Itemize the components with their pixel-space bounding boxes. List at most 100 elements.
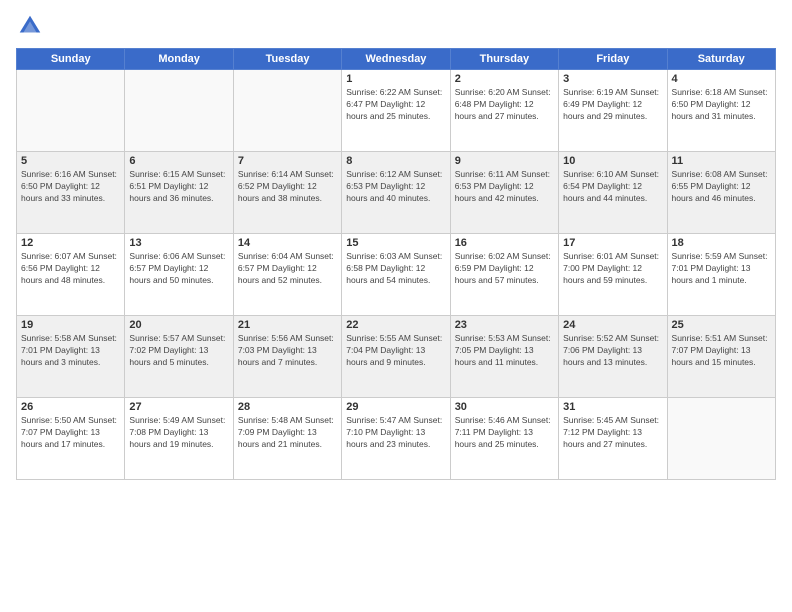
day-number: 11 (672, 155, 771, 167)
day-info: Sunrise: 6:16 AM Sunset: 6:50 PM Dayligh… (21, 169, 120, 205)
day-info: Sunrise: 6:02 AM Sunset: 6:59 PM Dayligh… (455, 251, 554, 287)
day-header-tuesday: Tuesday (233, 49, 341, 70)
day-number: 23 (455, 319, 554, 331)
day-info: Sunrise: 6:19 AM Sunset: 6:49 PM Dayligh… (563, 87, 662, 123)
day-number: 22 (346, 319, 445, 331)
day-cell: 3 Sunrise: 6:19 AM Sunset: 6:49 PM Daylig… (559, 70, 667, 152)
day-number: 7 (238, 155, 337, 167)
day-info: Sunrise: 5:50 AM Sunset: 7:07 PM Dayligh… (21, 415, 120, 451)
day-info: Sunrise: 6:08 AM Sunset: 6:55 PM Dayligh… (672, 169, 771, 205)
day-info: Sunrise: 5:49 AM Sunset: 7:08 PM Dayligh… (129, 415, 228, 451)
day-number: 3 (563, 73, 662, 85)
day-info: Sunrise: 6:14 AM Sunset: 6:52 PM Dayligh… (238, 169, 337, 205)
day-number: 6 (129, 155, 228, 167)
day-cell: 11 Sunrise: 6:08 AM Sunset: 6:55 PM Dayli… (667, 152, 775, 234)
day-number: 31 (563, 401, 662, 413)
day-number: 20 (129, 319, 228, 331)
day-info: Sunrise: 5:48 AM Sunset: 7:09 PM Dayligh… (238, 415, 337, 451)
page: SundayMondayTuesdayWednesdayThursdayFrid… (0, 0, 792, 612)
week-row-4: 26 Sunrise: 5:50 AM Sunset: 7:07 PM Dayli… (17, 398, 776, 480)
day-info: Sunrise: 6:22 AM Sunset: 6:47 PM Dayligh… (346, 87, 445, 123)
calendar: SundayMondayTuesdayWednesdayThursdayFrid… (16, 48, 776, 480)
day-header-saturday: Saturday (667, 49, 775, 70)
day-number: 30 (455, 401, 554, 413)
week-row-0: 1Sunrise: 6:22 AM Sunset: 6:47 PM Daylig… (17, 70, 776, 152)
day-header-monday: Monday (125, 49, 233, 70)
day-number: 8 (346, 155, 445, 167)
day-info: Sunrise: 5:52 AM Sunset: 7:06 PM Dayligh… (563, 333, 662, 369)
day-cell: 22 Sunrise: 5:55 AM Sunset: 7:04 PM Dayli… (342, 316, 450, 398)
day-number: 13 (129, 237, 228, 249)
day-info: Sunrise: 6:06 AM Sunset: 6:57 PM Dayligh… (129, 251, 228, 287)
day-info: Sunrise: 5:51 AM Sunset: 7:07 PM Dayligh… (672, 333, 771, 369)
day-header-sunday: Sunday (17, 49, 125, 70)
day-number: 24 (563, 319, 662, 331)
day-number: 2 (455, 73, 554, 85)
day-cell: 7 Sunrise: 6:14 AM Sunset: 6:52 PM Daylig… (233, 152, 341, 234)
day-cell: 9Sunrise: 6:11 AM Sunset: 6:53 PM Daylig… (450, 152, 558, 234)
day-cell: 30 Sunrise: 5:46 AM Sunset: 7:11 PM Dayli… (450, 398, 558, 480)
day-cell: 10 Sunrise: 6:10 AM Sunset: 6:54 PM Dayli… (559, 152, 667, 234)
day-cell: 5Sunrise: 6:16 AM Sunset: 6:50 PM Daylig… (17, 152, 125, 234)
day-number: 4 (672, 73, 771, 85)
logo (16, 12, 48, 40)
day-cell: 2 Sunrise: 6:20 AM Sunset: 6:48 PM Daylig… (450, 70, 558, 152)
day-cell (233, 70, 341, 152)
day-cell: 24 Sunrise: 5:52 AM Sunset: 7:06 PM Dayli… (559, 316, 667, 398)
day-info: Sunrise: 5:59 AM Sunset: 7:01 PM Dayligh… (672, 251, 771, 287)
day-number: 10 (563, 155, 662, 167)
day-number: 29 (346, 401, 445, 413)
day-info: Sunrise: 5:53 AM Sunset: 7:05 PM Dayligh… (455, 333, 554, 369)
day-info: Sunrise: 5:46 AM Sunset: 7:11 PM Dayligh… (455, 415, 554, 451)
day-cell: 14Sunrise: 6:04 AM Sunset: 6:57 PM Dayli… (233, 234, 341, 316)
day-cell (125, 70, 233, 152)
header (16, 12, 776, 40)
day-info: Sunrise: 5:58 AM Sunset: 7:01 PM Dayligh… (21, 333, 120, 369)
week-row-2: 12 Sunrise: 6:07 AM Sunset: 6:56 PM Dayli… (17, 234, 776, 316)
day-info: Sunrise: 6:18 AM Sunset: 6:50 PM Dayligh… (672, 87, 771, 123)
day-header-thursday: Thursday (450, 49, 558, 70)
day-number: 28 (238, 401, 337, 413)
day-info: Sunrise: 6:03 AM Sunset: 6:58 PM Dayligh… (346, 251, 445, 287)
day-number: 15 (346, 237, 445, 249)
day-info: Sunrise: 5:47 AM Sunset: 7:10 PM Dayligh… (346, 415, 445, 451)
day-info: Sunrise: 6:07 AM Sunset: 6:56 PM Dayligh… (21, 251, 120, 287)
day-cell: 6 Sunrise: 6:15 AM Sunset: 6:51 PM Daylig… (125, 152, 233, 234)
day-cell: 19 Sunrise: 5:58 AM Sunset: 7:01 PM Dayli… (17, 316, 125, 398)
day-info: Sunrise: 5:57 AM Sunset: 7:02 PM Dayligh… (129, 333, 228, 369)
day-number: 21 (238, 319, 337, 331)
day-number: 16 (455, 237, 554, 249)
week-row-3: 19 Sunrise: 5:58 AM Sunset: 7:01 PM Dayli… (17, 316, 776, 398)
day-info: Sunrise: 6:12 AM Sunset: 6:53 PM Dayligh… (346, 169, 445, 205)
day-cell: 4 Sunrise: 6:18 AM Sunset: 6:50 PM Daylig… (667, 70, 775, 152)
day-cell: 1Sunrise: 6:22 AM Sunset: 6:47 PM Daylig… (342, 70, 450, 152)
day-info: Sunrise: 5:55 AM Sunset: 7:04 PM Dayligh… (346, 333, 445, 369)
day-cell: 16 Sunrise: 6:02 AM Sunset: 6:59 PM Dayli… (450, 234, 558, 316)
day-info: Sunrise: 6:04 AM Sunset: 6:57 PM Dayligh… (238, 251, 337, 287)
day-cell: 28 Sunrise: 5:48 AM Sunset: 7:09 PM Dayli… (233, 398, 341, 480)
day-number: 12 (21, 237, 120, 249)
day-number: 26 (21, 401, 120, 413)
day-cell: 15 Sunrise: 6:03 AM Sunset: 6:58 PM Dayli… (342, 234, 450, 316)
day-number: 18 (672, 237, 771, 249)
day-cell: 27 Sunrise: 5:49 AM Sunset: 7:08 PM Dayli… (125, 398, 233, 480)
day-cell: 12 Sunrise: 6:07 AM Sunset: 6:56 PM Dayli… (17, 234, 125, 316)
day-cell: 31 Sunrise: 5:45 AM Sunset: 7:12 PM Dayli… (559, 398, 667, 480)
day-cell (17, 70, 125, 152)
day-cell: 29 Sunrise: 5:47 AM Sunset: 7:10 PM Dayli… (342, 398, 450, 480)
day-cell: 18 Sunrise: 5:59 AM Sunset: 7:01 PM Dayli… (667, 234, 775, 316)
day-info: Sunrise: 6:10 AM Sunset: 6:54 PM Dayligh… (563, 169, 662, 205)
day-cell: 26 Sunrise: 5:50 AM Sunset: 7:07 PM Dayli… (17, 398, 125, 480)
day-number: 19 (21, 319, 120, 331)
day-info: Sunrise: 6:01 AM Sunset: 7:00 PM Dayligh… (563, 251, 662, 287)
day-cell: 21 Sunrise: 5:56 AM Sunset: 7:03 PM Dayli… (233, 316, 341, 398)
day-info: Sunrise: 6:15 AM Sunset: 6:51 PM Dayligh… (129, 169, 228, 205)
day-info: Sunrise: 6:20 AM Sunset: 6:48 PM Dayligh… (455, 87, 554, 123)
day-number: 9 (455, 155, 554, 167)
day-header-friday: Friday (559, 49, 667, 70)
day-info: Sunrise: 5:56 AM Sunset: 7:03 PM Dayligh… (238, 333, 337, 369)
day-cell: 17Sunrise: 6:01 AM Sunset: 7:00 PM Dayli… (559, 234, 667, 316)
day-cell: 20 Sunrise: 5:57 AM Sunset: 7:02 PM Dayli… (125, 316, 233, 398)
day-info: Sunrise: 5:45 AM Sunset: 7:12 PM Dayligh… (563, 415, 662, 451)
day-number: 27 (129, 401, 228, 413)
